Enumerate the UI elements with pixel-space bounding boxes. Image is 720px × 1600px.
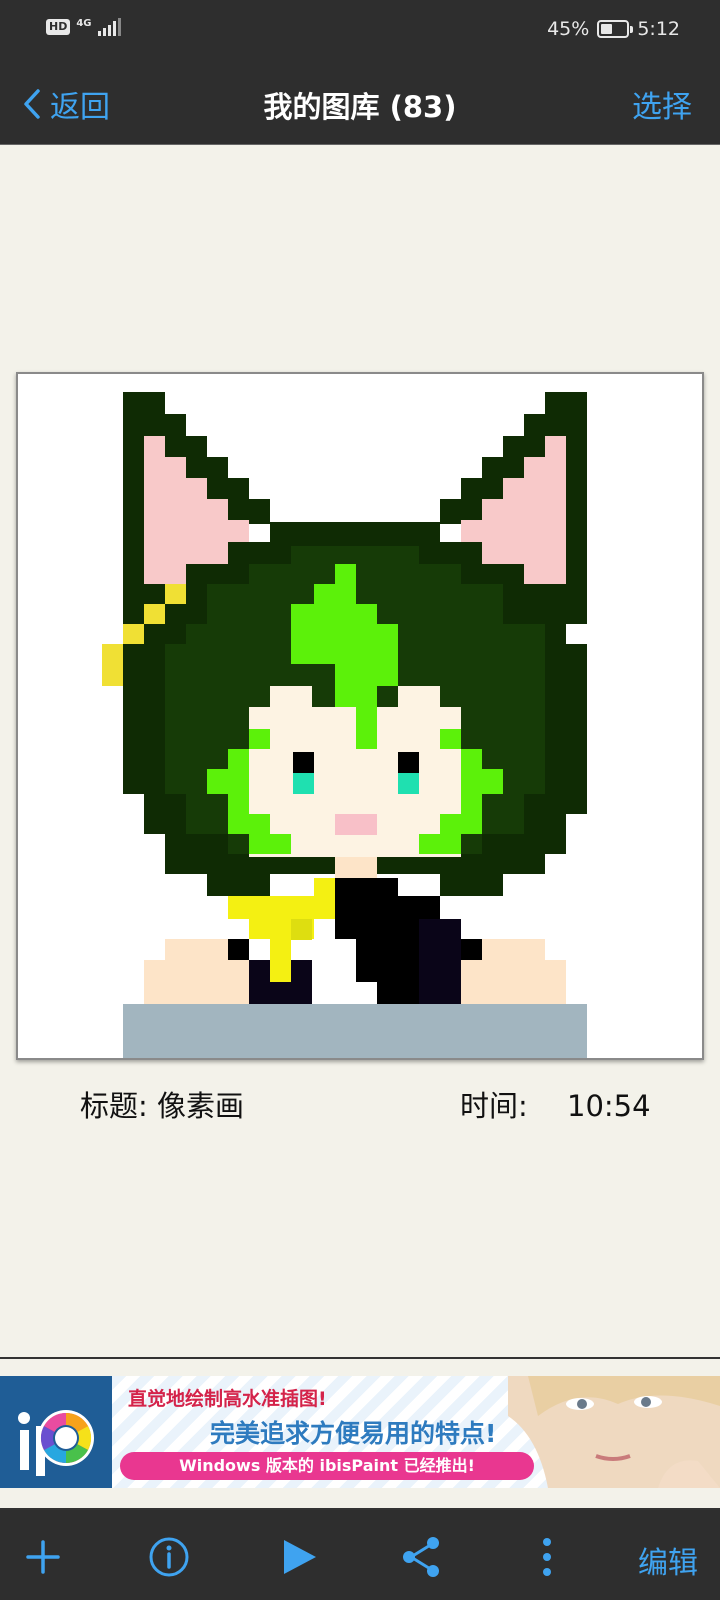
status-right: 45% 5:12 (547, 18, 680, 40)
status-left: HD 4G (46, 18, 122, 36)
edit-button[interactable]: 编辑 (638, 1538, 698, 1582)
info-button[interactable] (144, 1532, 194, 1582)
play-button[interactable] (274, 1532, 324, 1582)
ad-banner[interactable]: 直觉地绘制高水准插图! 完美追求方便易用的特点! Windows 版本的 ibi… (0, 1376, 720, 1488)
title-label: 标题: (80, 1089, 148, 1123)
clock: 5:12 (637, 18, 680, 40)
status-bar: HD 4G 45% 5:12 (0, 0, 720, 64)
add-button[interactable] (18, 1532, 68, 1582)
signal-icon (97, 18, 121, 36)
pixel-art-image (102, 392, 587, 1058)
play-icon (284, 1540, 316, 1574)
battery-icon (597, 20, 634, 38)
ibispaint-logo (0, 1376, 112, 1488)
more-button[interactable] (522, 1532, 572, 1582)
share-icon (403, 1537, 439, 1577)
page-title: 我的图库 (83) (263, 90, 457, 124)
network-type: 4G (76, 18, 92, 29)
battery-fill (601, 24, 613, 34)
artwork-time: 时间: 10:54 (460, 1083, 651, 1125)
ad-headline: 直觉地绘制高水准插图! (128, 1388, 327, 1410)
battery-percent: 45% (547, 18, 590, 40)
bottom-toolbar: 编辑 (0, 1510, 720, 1600)
hd-indicator: HD (46, 19, 71, 35)
ad-cta-pill: Windows 版本的 ibisPaint 已经推出! (120, 1452, 534, 1480)
artwork-preview[interactable] (16, 372, 704, 1060)
more-vertical-icon (543, 1538, 551, 1576)
ad-portrait-image (508, 1376, 720, 1488)
divider (0, 1357, 720, 1359)
plus-icon (26, 1540, 60, 1574)
info-icon (149, 1537, 189, 1577)
ad-subheadline: 完美追求方便易用的特点! (210, 1419, 497, 1448)
share-button[interactable] (396, 1532, 446, 1582)
nav-bar: 返回 我的图库 (83) 选择 (0, 64, 720, 145)
time-label: 时间: (460, 1089, 528, 1123)
title-value: 像素画 (157, 1089, 245, 1123)
select-button[interactable]: 选择 (632, 82, 692, 126)
time-value: 10:54 (567, 1089, 651, 1123)
artwork-title: 标题: 像素画 (80, 1083, 244, 1125)
